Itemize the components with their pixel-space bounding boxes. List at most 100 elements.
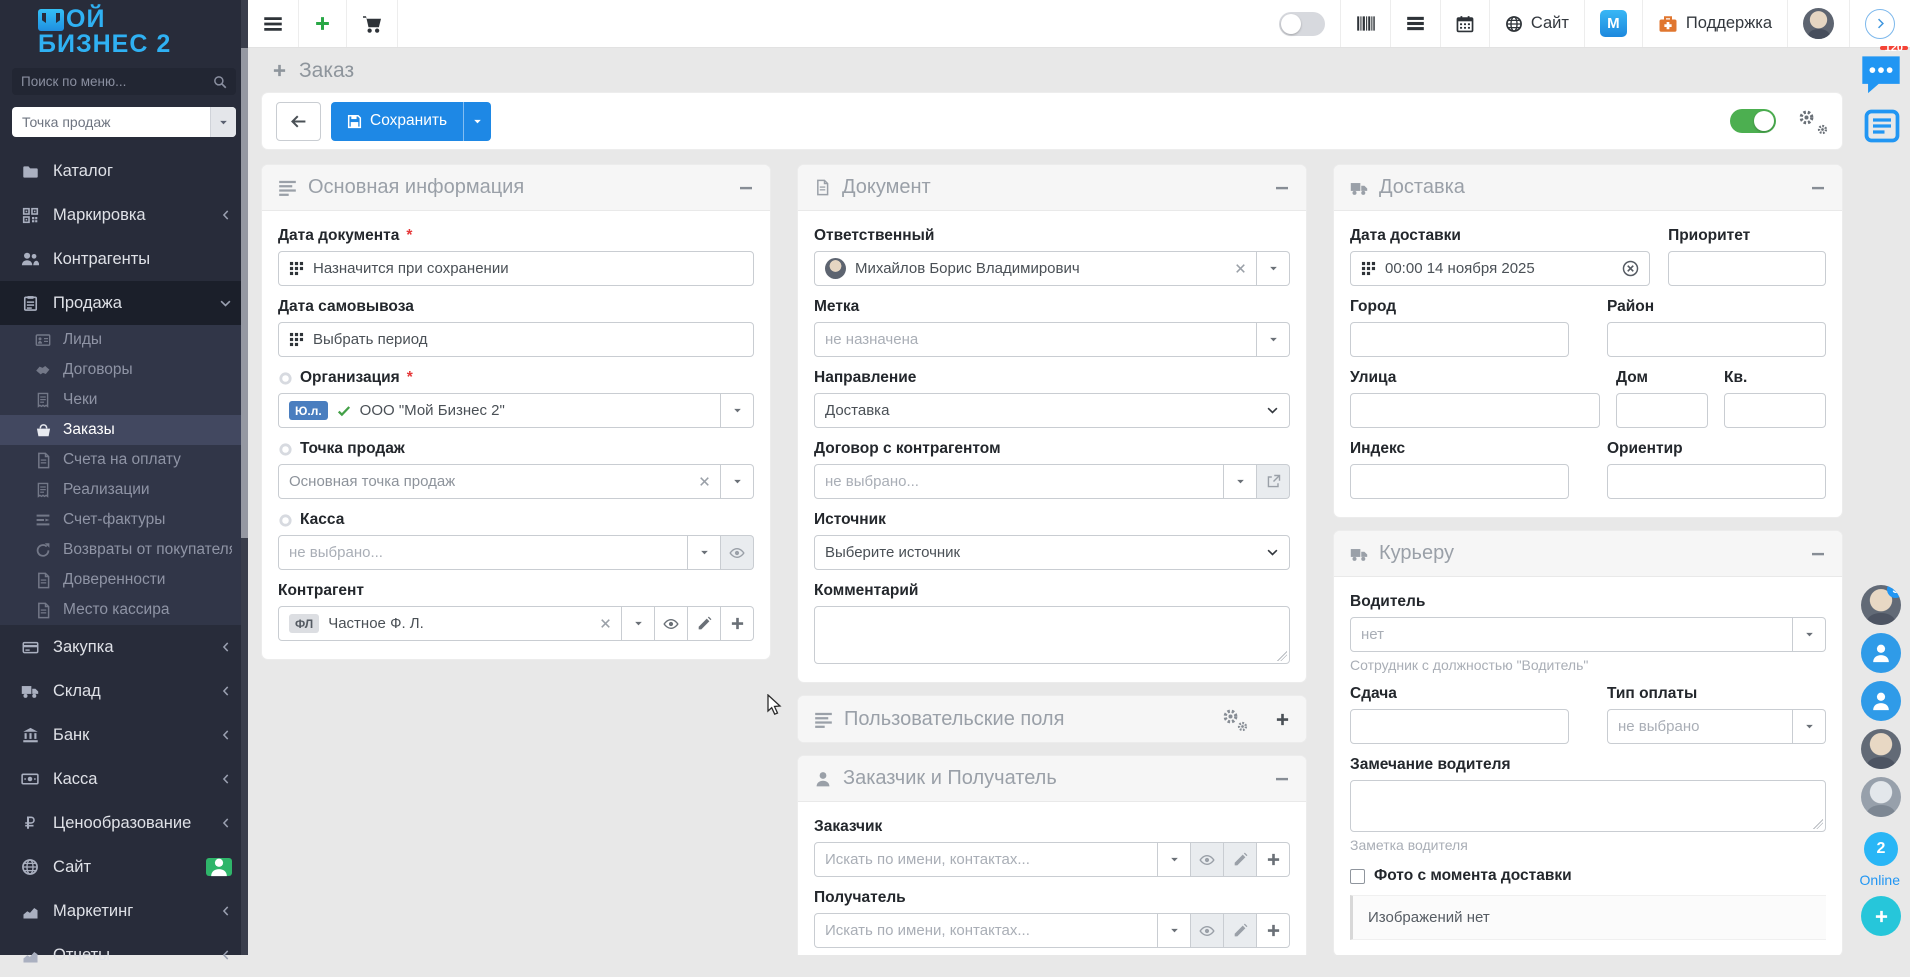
cart-button[interactable] <box>347 0 398 47</box>
collapse-icon[interactable] <box>1274 771 1290 787</box>
collapse-icon[interactable] <box>1810 180 1826 196</box>
priority-input[interactable] <box>1668 251 1826 286</box>
sidebar-item-5[interactable]: Договоры <box>0 355 248 385</box>
change-input[interactable] <box>1350 709 1569 744</box>
zakazchik-add-button[interactable] <box>1257 842 1290 877</box>
sales-point-dropdown-button[interactable] <box>721 464 754 499</box>
profile-button[interactable] <box>1787 0 1849 47</box>
sidebar-scrollbar[interactable] <box>241 0 248 955</box>
sidebar-item-19[interactable]: Сайт <box>0 845 248 889</box>
sidebar-item-4[interactable]: Лиды <box>0 325 248 355</box>
form-mode-toggle[interactable] <box>1730 109 1776 133</box>
messages-widget-button[interactable] <box>1862 106 1902 146</box>
sales-point-select[interactable]: Точка продаж <box>12 107 236 137</box>
pay-type-input[interactable]: не выбрано <box>1607 709 1793 744</box>
delivery-photo-checkbox[interactable] <box>1350 869 1365 884</box>
clear-icon[interactable] <box>699 476 710 487</box>
sidebar-item-13[interactable]: Место кассира <box>0 595 248 625</box>
chevron-down-icon[interactable] <box>210 107 236 137</box>
landmark-input[interactable] <box>1607 464 1826 499</box>
sales-point-input[interactable]: Основная точка продаж <box>278 464 721 499</box>
custom-fields-settings-button[interactable] <box>1222 708 1248 730</box>
sidebar-item-21[interactable]: Отчеты <box>0 933 248 977</box>
zakazchik-view-button[interactable] <box>1191 842 1224 877</box>
tag-dropdown-button[interactable] <box>1257 322 1290 357</box>
delivery-date-input[interactable]: 00:00 14 ноября 2025 <box>1350 251 1650 286</box>
save-dropdown-caret[interactable] <box>463 102 491 141</box>
menu-search[interactable] <box>12 68 236 95</box>
driver-input[interactable]: нет <box>1350 617 1793 652</box>
city-input[interactable] <box>1350 322 1569 357</box>
comment-textarea[interactable] <box>814 606 1290 664</box>
calendar-button[interactable] <box>1440 0 1489 47</box>
sidebar-item-12[interactable]: Доверенности <box>0 565 248 595</box>
responsible-input[interactable]: Михайлов Борис Владимирович <box>814 251 1257 286</box>
contract-dropdown-button[interactable] <box>1224 464 1257 499</box>
sidebar-item-18[interactable]: Ценообразование <box>0 801 248 845</box>
district-input[interactable] <box>1607 322 1826 357</box>
index-input[interactable] <box>1350 464 1569 499</box>
clear-icon[interactable] <box>1235 263 1246 274</box>
sidebar-item-17[interactable]: Касса <box>0 757 248 801</box>
barcode-button[interactable] <box>1340 0 1390 47</box>
menu-search-input[interactable] <box>21 74 213 89</box>
poluchatel-dropdown-button[interactable] <box>1158 913 1191 948</box>
poluchatel-input[interactable]: Искать по имени, контактах... <box>814 913 1158 948</box>
sidebar-item-15[interactable]: Склад <box>0 669 248 713</box>
contractor-view-button[interactable] <box>655 606 688 641</box>
sidebar-item-3[interactable]: Продажа <box>0 281 248 325</box>
sidebar-item-16[interactable]: Банк <box>0 713 248 757</box>
poluchatel-add-button[interactable] <box>1257 913 1290 948</box>
doc-date-input[interactable]: Назначится при сохранении <box>278 251 754 286</box>
resize-handle[interactable] <box>1813 819 1823 829</box>
flat-input[interactable] <box>1724 393 1826 428</box>
kassa-input[interactable]: не выбрано... <box>278 535 688 570</box>
sidebar-scrollbar-thumb[interactable] <box>241 48 248 538</box>
collapse-icon[interactable] <box>1274 180 1290 196</box>
hamburger-button[interactable] <box>248 0 299 47</box>
expand-panel-button[interactable] <box>1849 0 1910 47</box>
resize-handle[interactable] <box>1277 651 1287 661</box>
sidebar-item-1[interactable]: Маркировка <box>0 193 248 237</box>
contractor-dropdown-button[interactable] <box>622 606 655 641</box>
contract-open-button[interactable] <box>1257 464 1290 499</box>
bot-avatar[interactable] <box>1861 777 1901 817</box>
street-input[interactable] <box>1350 393 1600 428</box>
org-input[interactable]: Ю.л. ООО "Мой Бизнес 2" <box>278 393 721 428</box>
settings-gears-button[interactable] <box>1798 109 1828 133</box>
sidebar-item-8[interactable]: Счета на оплату <box>0 445 248 475</box>
quick-add-button[interactable] <box>299 0 347 47</box>
contractor-add-button[interactable] <box>721 606 754 641</box>
pay-type-dropdown-button[interactable] <box>1793 709 1826 744</box>
sidebar-item-0[interactable]: Каталог <box>0 149 248 193</box>
app-shortcut-button[interactable]: М <box>1584 0 1642 47</box>
kassa-view-button[interactable] <box>721 535 754 570</box>
chat-widget-button[interactable]: 120 <box>1858 52 1904 98</box>
tag-input[interactable]: не назначена <box>814 322 1257 357</box>
sidebar-item-20[interactable]: Маркетинг <box>0 889 248 933</box>
contact-avatar[interactable]: 3 <box>1861 585 1901 625</box>
sidebar-item-2[interactable]: Контрагенты <box>0 237 248 281</box>
sidebar-item-11[interactable]: Возвраты от покупателя <box>0 535 248 565</box>
contractor-input[interactable]: ФЛ Частное Ф. Л. <box>278 606 622 641</box>
collapse-icon[interactable] <box>738 180 754 196</box>
collapse-icon[interactable] <box>1810 546 1826 562</box>
support-button[interactable]: Поддержка <box>1642 0 1787 47</box>
back-button[interactable] <box>276 102 321 141</box>
sidebar-item-14[interactable]: Закупка <box>0 625 248 669</box>
zakazchik-edit-button[interactable] <box>1224 842 1257 877</box>
sidebar-item-10[interactable]: Счет-фактуры <box>0 505 248 535</box>
responsible-dropdown-button[interactable] <box>1257 251 1290 286</box>
site-button[interactable]: Сайт <box>1489 0 1584 47</box>
kassa-dropdown-button[interactable] <box>688 535 721 570</box>
contact-avatar[interactable] <box>1861 729 1901 769</box>
source-select[interactable]: Выберите источник <box>814 535 1290 570</box>
sidebar-item-6[interactable]: Чеки <box>0 385 248 415</box>
direction-select[interactable]: Доставка <box>814 393 1290 428</box>
driver-dropdown-button[interactable] <box>1793 617 1826 652</box>
pickup-date-input[interactable]: Выбрать период <box>278 322 754 357</box>
online-user-button[interactable] <box>1861 633 1901 673</box>
zakazchik-dropdown-button[interactable] <box>1158 842 1191 877</box>
poluchatel-edit-button[interactable] <box>1224 913 1257 948</box>
contractor-edit-button[interactable] <box>688 606 721 641</box>
